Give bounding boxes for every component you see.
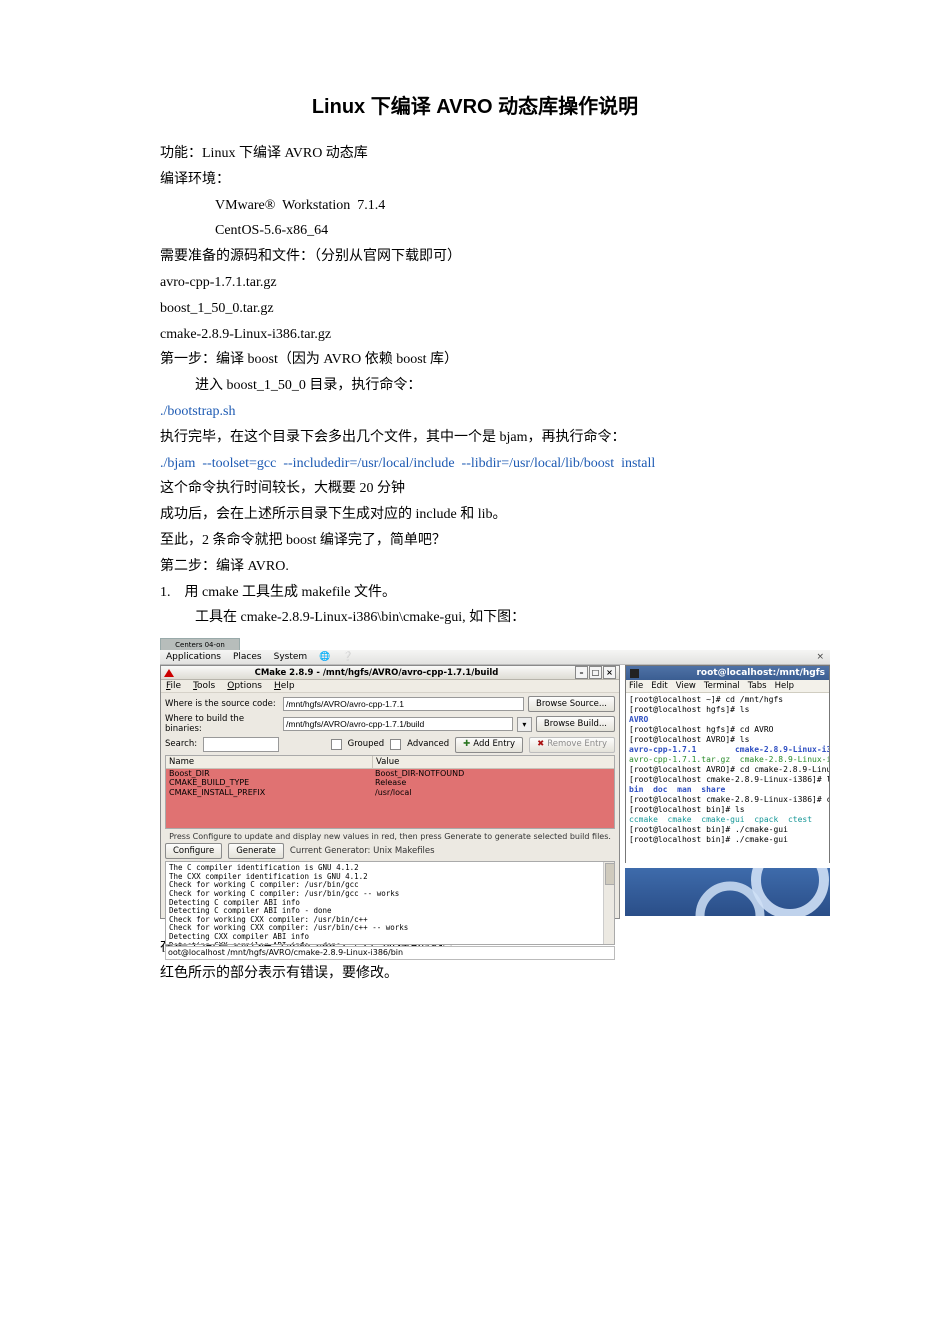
col-name[interactable]: Name xyxy=(166,756,373,768)
search-label: Search: xyxy=(165,739,197,749)
step2-head: 第二步：编译 AVRO. xyxy=(160,555,790,579)
step1-head: 第一步：编译 boost（因为 AVRO 依赖 boost 库） xyxy=(160,348,790,372)
current-generator-label: Current Generator: Unix Makefiles xyxy=(290,846,435,856)
menu-help[interactable]: Help xyxy=(274,681,295,692)
cache-table: Name Value Boost_DIRBoost_DIR-NOTFOUNDCM… xyxy=(165,755,615,829)
document-page: Linux 下编译 AVRO 动态库操作说明 功能：Linux 下编译 AVRO… xyxy=(0,0,945,1337)
screenshot: Centers 04-on Applications Places System… xyxy=(160,638,830,926)
menu-system[interactable]: System xyxy=(274,652,308,663)
advanced-label: Advanced xyxy=(407,739,449,749)
doc-title: Linux 下编译 AVRO 动态库操作说明 xyxy=(160,90,790,124)
term-menu-file[interactable]: File xyxy=(629,681,643,691)
terminal-title: root@localhost:/mnt/hgfs xyxy=(644,668,825,679)
cmake-menubar: File Tools Options Help xyxy=(161,680,619,693)
file3: cmake-2.8.9-Linux-i386.tar.gz xyxy=(160,323,790,347)
terminal-menubar: File Edit View Terminal Tabs Help xyxy=(626,680,829,693)
step2-bullet: 1. 用 cmake 工具生成 makefile 文件。 xyxy=(160,581,790,605)
step1-after2b: 成功后，会在上述所示目录下生成对应的 include 和 lib。 xyxy=(160,503,790,527)
term-menu-help[interactable]: Help xyxy=(775,681,794,691)
panel-globe-icon[interactable]: 🌐 xyxy=(319,652,330,663)
cmake-title: CMake 2.8.9 - /mnt/hgfs/AVRO/avro-cpp-1.… xyxy=(179,668,574,678)
func-line: 功能：Linux 下编译 AVRO 动态库 xyxy=(160,142,790,166)
terminal-body[interactable]: [root@localhost ~]# cd /mnt/hgfs[root@lo… xyxy=(626,693,829,865)
browse-source-button[interactable]: Browse Source... xyxy=(528,696,615,712)
cmd-bootstrap: ./bootstrap.sh xyxy=(160,400,790,424)
output-scrollbar[interactable] xyxy=(603,862,614,944)
term-menu-terminal[interactable]: Terminal xyxy=(704,681,740,691)
env1: VMware® Workstation 7.1.4 xyxy=(160,194,790,218)
step1-after1: 执行完毕，在这个目录下会多出几个文件，其中一个是 bjam，再执行命令： xyxy=(160,426,790,450)
close-button[interactable]: × xyxy=(603,666,616,679)
advanced-checkbox[interactable] xyxy=(390,739,401,750)
bin-dropdown-icon[interactable]: ▾ xyxy=(517,717,532,732)
file2: boost_1_50_0.tar.gz xyxy=(160,297,790,321)
panel-close-icon[interactable]: × xyxy=(816,652,824,663)
menu-places[interactable]: Places xyxy=(233,652,262,663)
terminal-titlebar: root@localhost:/mnt/hgfs xyxy=(626,666,829,680)
terminal-window: root@localhost:/mnt/hgfs File Edit View … xyxy=(625,665,830,863)
cache-row[interactable]: CMAKE_BUILD_TYPERelease xyxy=(166,778,614,788)
file1: avro-cpp-1.7.1.tar.gz xyxy=(160,271,790,295)
search-input[interactable] xyxy=(203,737,279,752)
add-entry-button[interactable]: ✚Add Entry xyxy=(455,737,523,753)
maximize-button[interactable]: □ xyxy=(589,666,602,679)
src-label: Where is the source code: xyxy=(165,699,279,709)
browse-build-button[interactable]: Browse Build... xyxy=(536,716,615,732)
menu-options[interactable]: Options xyxy=(227,681,262,692)
bin-input[interactable] xyxy=(283,717,513,731)
step1-after2a: 这个命令执行时间较长，大概要 20 分钟 xyxy=(160,477,790,501)
terminal-icon xyxy=(630,669,639,678)
wallpaper-curve xyxy=(625,868,830,916)
gnome-panel: Applications Places System 🌐 ❔ × xyxy=(160,650,830,665)
grouped-label: Grouped xyxy=(348,739,385,749)
configure-hint: Press Configure to update and display ne… xyxy=(165,832,615,842)
cmake-window: CMake 2.8.9 - /mnt/hgfs/AVRO/avro-cpp-1.… xyxy=(160,665,620,919)
minimize-button[interactable]: – xyxy=(575,666,588,679)
generate-button[interactable]: Generate xyxy=(228,843,284,859)
panel-help-icon[interactable]: ❔ xyxy=(342,652,353,663)
env-label: 编译环境： xyxy=(160,168,790,192)
col-value[interactable]: Value xyxy=(373,756,614,768)
term-menu-edit[interactable]: Edit xyxy=(651,681,667,691)
menu-applications[interactable]: Applications xyxy=(166,652,221,663)
menu-tools[interactable]: Tools xyxy=(193,681,215,692)
step2-sub: 工具在 cmake-2.8.9-Linux-i386\bin\cmake-gui… xyxy=(160,606,790,630)
term-menu-view[interactable]: View xyxy=(676,681,696,691)
need-label: 需要准备的源码和文件：（分别从官网下载即可） xyxy=(160,245,790,269)
step1-after2c: 至此，2 条命令就把 boost 编译完了，简单吧？ xyxy=(160,529,790,553)
cmake-output: The C compiler identification is GNU 4.1… xyxy=(165,861,615,945)
cache-row[interactable]: CMAKE_INSTALL_PREFIX/usr/local xyxy=(166,788,614,798)
bin-label: Where to build the binaries: xyxy=(165,714,279,734)
grouped-checkbox[interactable] xyxy=(331,739,342,750)
status-path: oot@localhost /mnt/hgfs/AVRO/cmake-2.8.9… xyxy=(165,946,615,960)
configure-button[interactable]: Configure xyxy=(165,843,222,859)
src-input[interactable] xyxy=(283,697,524,711)
remove-entry-button[interactable]: ✖Remove Entry xyxy=(529,737,615,753)
env2: CentOS-5.6-x86_64 xyxy=(160,219,790,243)
step1-sub: 进入 boost_1_50_0 目录，执行命令： xyxy=(160,374,790,398)
term-menu-tabs[interactable]: Tabs xyxy=(748,681,767,691)
cmd-bjam: ./bjam --toolset=gcc --includedir=/usr/l… xyxy=(160,452,790,476)
cache-row[interactable]: Boost_DIRBoost_DIR-NOTFOUND xyxy=(166,769,614,779)
menu-file[interactable]: File xyxy=(166,681,181,692)
cmake-logo-icon xyxy=(164,669,174,677)
tail2: 红色所示的部分表示有错误，要修改。 xyxy=(160,962,790,986)
cmake-titlebar: CMake 2.8.9 - /mnt/hgfs/AVRO/avro-cpp-1.… xyxy=(161,666,619,680)
